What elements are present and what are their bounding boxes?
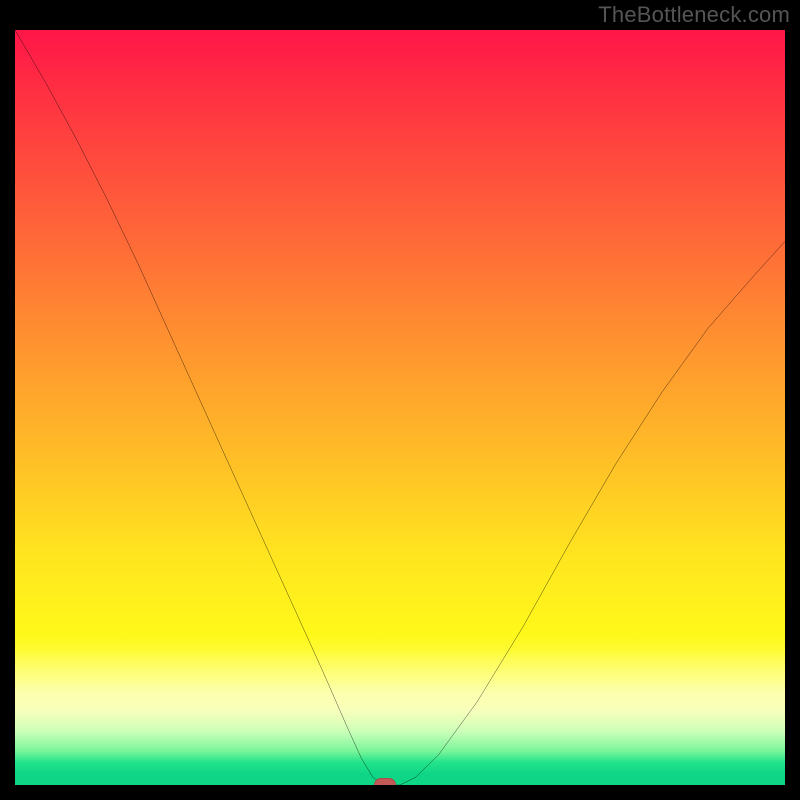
watermark-text: TheBottleneck.com — [598, 2, 790, 28]
bottleneck-curve — [15, 30, 785, 785]
plot-area — [15, 30, 785, 785]
chart-frame: TheBottleneck.com — [0, 0, 800, 800]
curve-path — [15, 30, 785, 785]
optimal-point-marker — [374, 778, 396, 785]
